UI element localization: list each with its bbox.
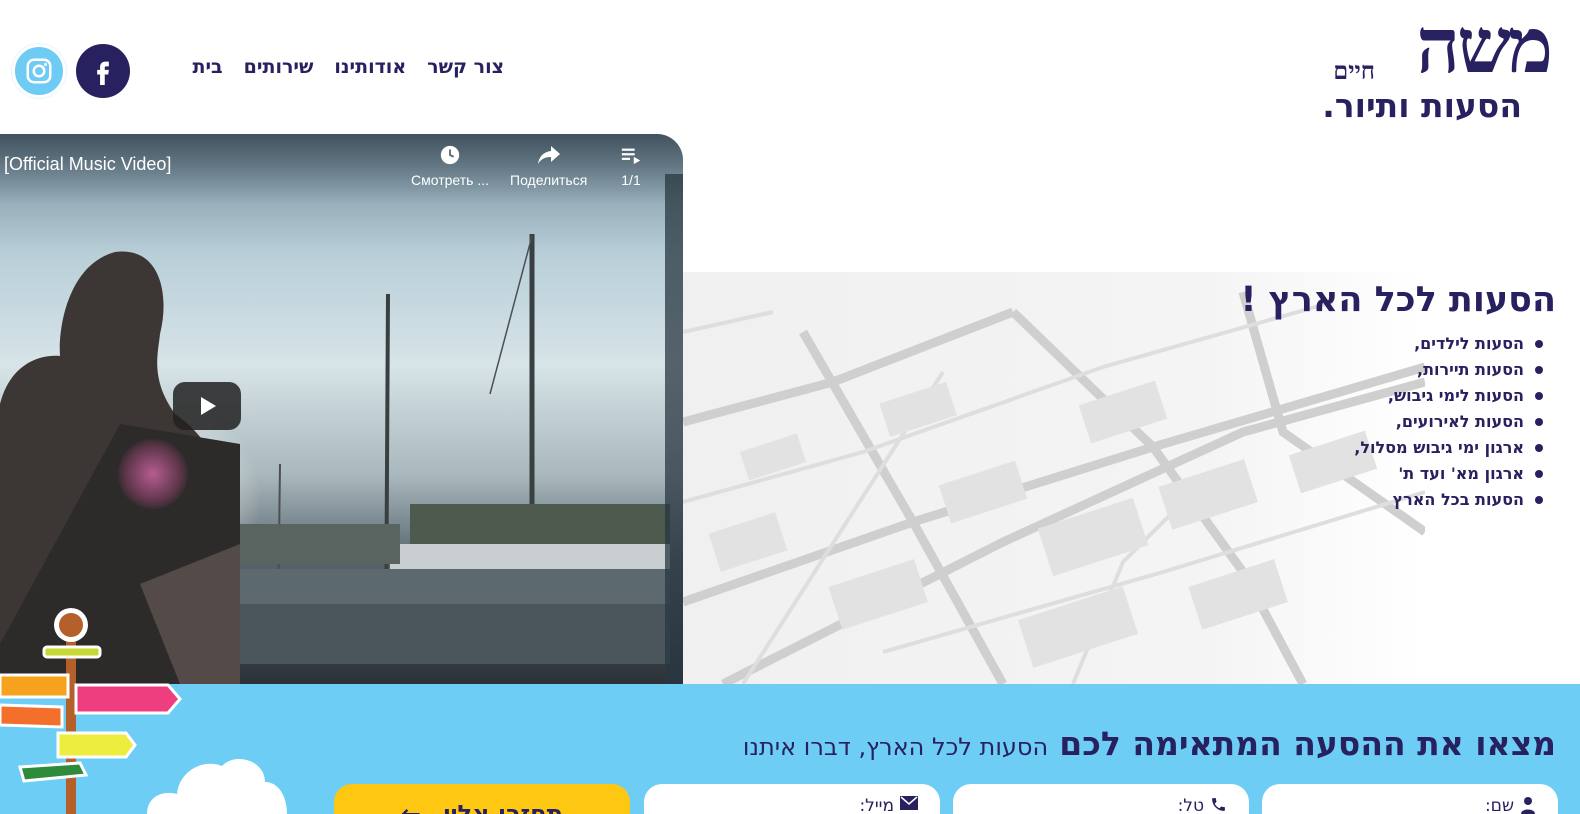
service-item: הסעות לילדים, bbox=[1354, 331, 1543, 357]
service-item: הסעות לאירועים, bbox=[1354, 409, 1543, 435]
service-item: ארגון מא' ועד ת' bbox=[1354, 461, 1543, 487]
cloud-illustration bbox=[147, 759, 287, 814]
email-field-label: מייל: bbox=[859, 796, 894, 814]
video-title[interactable]: [Official Music Video] bbox=[4, 154, 171, 175]
playlist-count: 1/1 bbox=[621, 172, 641, 188]
playlist-button[interactable]: 1/1 bbox=[620, 144, 642, 188]
nav-item-about[interactable]: אודותינו bbox=[334, 56, 406, 78]
name-field-label: שם: bbox=[1484, 796, 1514, 814]
service-item: הסעות בכל הארץ bbox=[1354, 487, 1543, 513]
facebook-button[interactable] bbox=[76, 44, 130, 98]
video-play-button[interactable] bbox=[173, 382, 241, 430]
video-boats-scene bbox=[240, 234, 670, 664]
playlist-icon bbox=[621, 148, 641, 165]
logo-main-text: משה bbox=[1416, 1, 1553, 90]
map-background bbox=[683, 272, 1425, 684]
share-icon bbox=[537, 146, 560, 164]
video-lens-flare bbox=[118, 439, 188, 509]
share-button[interactable]: Поделиться bbox=[510, 144, 587, 188]
user-icon bbox=[1521, 797, 1535, 814]
clock-icon bbox=[440, 145, 460, 165]
contact-heading-sub: הסעות לכל הארץ, דברו איתנו bbox=[742, 733, 1049, 761]
share-label: Поделиться bbox=[510, 172, 588, 188]
nav-item-contact[interactable]: צור קשר bbox=[427, 56, 504, 78]
nav-item-home[interactable]: בית bbox=[192, 56, 222, 78]
callback-button-label: תחזרו אליי bbox=[443, 800, 564, 814]
watch-later-button[interactable]: Смотреть ... bbox=[411, 144, 489, 188]
services-title: הסעות לכל הארץ ! bbox=[1240, 280, 1557, 320]
email-field[interactable]: מייל: bbox=[644, 784, 940, 814]
play-icon bbox=[201, 397, 216, 415]
name-field[interactable]: שם: bbox=[1262, 784, 1558, 814]
instagram-button[interactable] bbox=[12, 44, 66, 98]
envelope-icon bbox=[900, 796, 918, 810]
video-edge bbox=[665, 174, 683, 684]
instagram-icon bbox=[26, 58, 52, 84]
phone-field-label: טל: bbox=[1177, 796, 1204, 814]
service-item: ארגון ימי גיבוש מסלול, bbox=[1354, 435, 1543, 461]
services-list: הסעות לילדים, הסעות תיירות, הסעות לימי ג… bbox=[1354, 331, 1543, 513]
service-item: הסעות תיירות, bbox=[1354, 357, 1543, 383]
callback-button[interactable]: תחזרו אליי ← bbox=[334, 784, 630, 814]
contact-heading: מצאו את ההסעה המתאימה לכם הסעות לכל הארץ… bbox=[743, 724, 1556, 763]
logo-subtitle: הסעות ותיור. bbox=[1322, 86, 1522, 125]
arrow-left-icon: ← bbox=[400, 800, 422, 814]
watch-later-label: Смотреть ... bbox=[411, 172, 489, 188]
logo-small-text: חיים bbox=[1333, 56, 1375, 85]
contact-heading-main: מצאו את ההסעה המתאימה לכם bbox=[1059, 724, 1556, 763]
map-roads bbox=[683, 290, 1425, 684]
site-logo[interactable]: משה חיים הסעות ותיור. bbox=[1278, 8, 1553, 128]
service-item: הסעות לימי גיבוש, bbox=[1354, 383, 1543, 409]
phone-field[interactable]: טל: bbox=[953, 784, 1249, 814]
facebook-icon bbox=[97, 61, 109, 85]
main-nav: בית שירותים אודותינו צור קשר bbox=[192, 56, 504, 78]
video-player[interactable]: [Official Music Video] Смотреть ... Поде… bbox=[0, 134, 683, 684]
phone-icon bbox=[1212, 798, 1225, 811]
nav-item-services[interactable]: שירותים bbox=[244, 56, 314, 78]
